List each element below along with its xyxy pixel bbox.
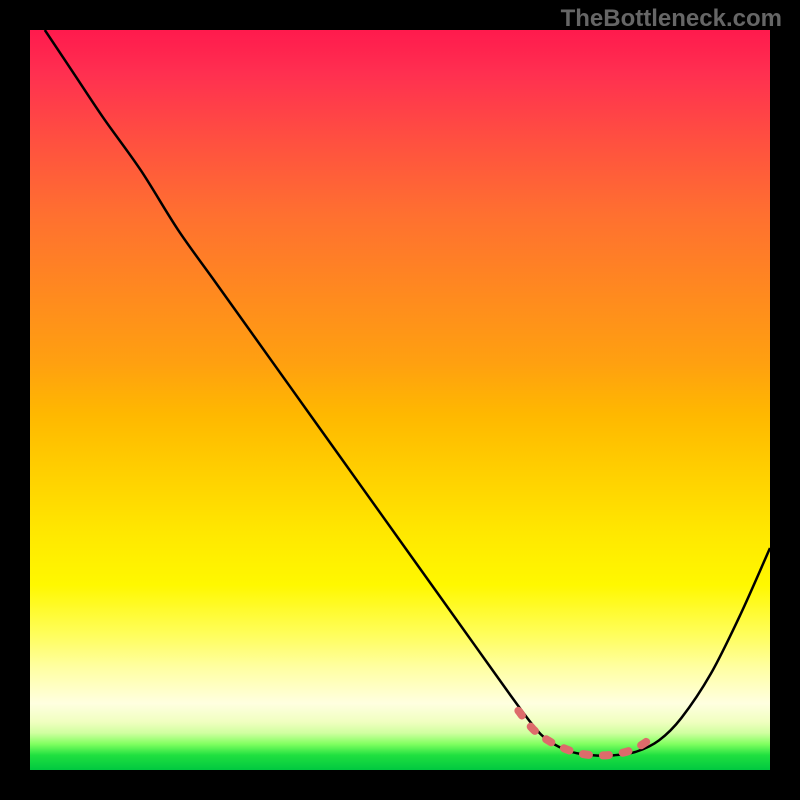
attribution-text: TheBottleneck.com [561, 5, 782, 33]
main-curve-line [45, 30, 770, 756]
chart-svg [30, 30, 770, 770]
chart-plot-area [30, 30, 770, 770]
